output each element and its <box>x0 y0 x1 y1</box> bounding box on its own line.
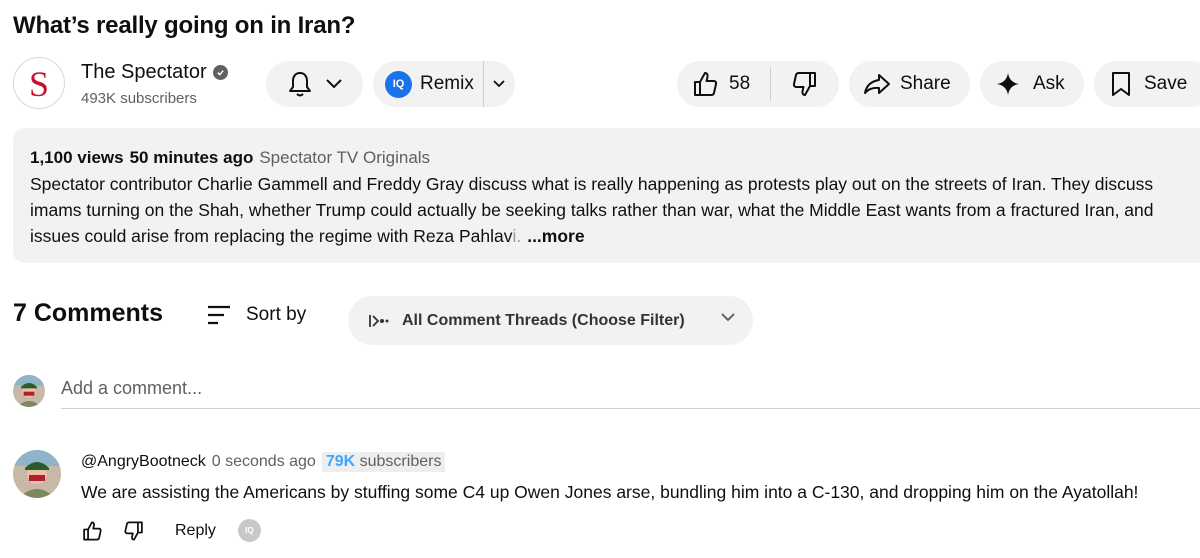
like-button[interactable]: 58 <box>677 70 770 98</box>
bookmark-icon <box>1110 71 1132 97</box>
category-link[interactable]: Spectator TV Originals <box>259 148 430 167</box>
channel-name[interactable]: The Spectator <box>81 61 207 84</box>
upload-time: 50 minutes ago <box>129 148 254 167</box>
description-line-3: issues could arise from replacing the re… <box>30 226 585 247</box>
add-comment-underline <box>61 408 1200 409</box>
remix-divider <box>482 61 484 107</box>
verified-icon <box>212 65 228 80</box>
channel-name-row[interactable]: The Spectator <box>81 61 228 84</box>
filter-icon <box>368 313 390 329</box>
filter-chevron-down-icon <box>720 311 736 323</box>
sort-button[interactable]: Sort by <box>206 304 306 326</box>
ask-button[interactable]: Ask <box>980 61 1084 107</box>
share-label: Share <box>900 73 951 94</box>
description-line-1: Spectator contributor Charlie Gammell an… <box>30 174 1154 194</box>
comment-like-icon[interactable] <box>81 520 103 542</box>
subscriber-badge-count: 79K <box>325 453 356 470</box>
user-avatar <box>13 375 45 407</box>
sort-icon <box>206 305 232 325</box>
reply-button[interactable]: Reply <box>175 522 216 540</box>
comments-count: 7 Comments <box>13 299 164 327</box>
description-line-3-fade: i. <box>512 226 522 246</box>
view-count: 1,100 views <box>30 148 124 167</box>
subscriber-badge: 79K subscribers <box>321 452 446 472</box>
video-title: What’s really going on in Iran? <box>13 12 356 39</box>
thumbs-up-icon <box>691 70 719 98</box>
channel-avatar-letter: S <box>28 64 50 104</box>
comment-text: We are assisting the Americans by stuffi… <box>81 482 1139 502</box>
like-count: 58 <box>729 73 751 94</box>
iq-logo-icon: IQ <box>385 70 412 98</box>
comment-author[interactable]: @AngryBootneck <box>81 453 206 471</box>
description-meta: 1,100 views 50 minutes ago Spectator TV Or… <box>30 148 430 168</box>
save-button[interactable]: Save <box>1094 61 1200 107</box>
comment-dislike-icon[interactable] <box>123 520 145 542</box>
channel-avatar[interactable]: S <box>13 57 65 109</box>
ask-label: Ask <box>1033 73 1065 94</box>
remix-button[interactable]: IQ Remix <box>373 61 515 107</box>
bell-icon <box>287 70 313 98</box>
thumbs-down-icon <box>791 70 819 98</box>
like-dislike-group: 58 <box>677 61 839 107</box>
comment-iq-icon[interactable]: IQ <box>237 519 261 542</box>
notification-button[interactable] <box>266 61 363 107</box>
sparkle-icon <box>997 73 1019 95</box>
subscriber-badge-suffix: subscribers <box>355 453 442 470</box>
comment-author-avatar[interactable] <box>13 450 61 498</box>
comment-time[interactable]: 0 seconds ago <box>212 453 316 471</box>
share-icon <box>863 72 891 96</box>
comment-filter-dropdown[interactable]: All Comment Threads (Choose Filter) <box>348 296 753 345</box>
description-line-3-text: issues could arise from replacing the re… <box>30 226 513 246</box>
filter-label: All Comment Threads (Choose Filter) <box>402 311 685 329</box>
description-line-2: imams turning on the Shah, whether Trump… <box>30 200 1154 220</box>
dislike-button[interactable] <box>771 70 839 98</box>
sort-label: Sort by <box>246 304 307 325</box>
save-label: Save <box>1144 73 1188 94</box>
remix-chevron-down-icon[interactable] <box>492 79 506 89</box>
comment-meta: @AngryBootneck 0 seconds ago 79K subscri… <box>81 452 446 472</box>
subscriber-count: 493K subscribers <box>81 90 197 107</box>
comment-actions: Reply IQ <box>81 519 261 542</box>
more-link[interactable]: ...more <box>527 226 584 246</box>
add-comment-input[interactable]: Add a comment... <box>61 378 202 399</box>
chevron-down-icon <box>325 78 343 90</box>
remix-label: Remix <box>420 73 474 94</box>
share-button[interactable]: Share <box>849 61 970 107</box>
